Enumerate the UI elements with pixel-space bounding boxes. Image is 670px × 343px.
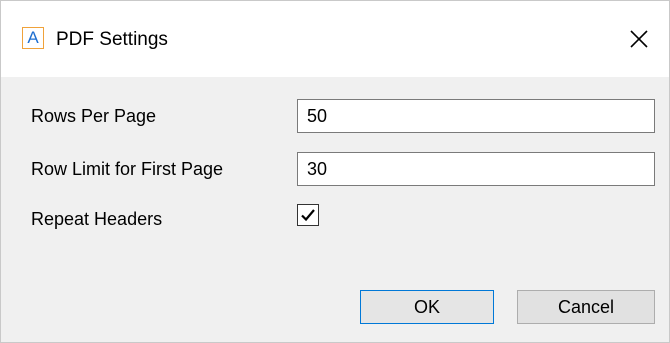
cancel-button[interactable]: Cancel bbox=[517, 290, 655, 324]
row-limit-first-page-input[interactable]: 30 bbox=[297, 152, 655, 186]
repeat-headers-label: Repeat Headers bbox=[31, 209, 163, 229]
pdf-settings-dialog: A PDF Settings Rows Per Page 50 Row Limi… bbox=[0, 0, 670, 343]
app-icon-letter: A bbox=[27, 28, 39, 47]
rows-per-page-input[interactable]: 50 bbox=[297, 99, 655, 133]
close-icon bbox=[630, 30, 648, 48]
app-icon: A bbox=[22, 27, 44, 49]
title-bar: A PDF Settings bbox=[1, 1, 669, 77]
repeat-headers-checkbox[interactable] bbox=[297, 204, 319, 226]
dialog-title: PDF Settings bbox=[56, 29, 168, 50]
close-button[interactable] bbox=[619, 19, 659, 59]
row-limit-first-page-label: Row Limit for First Page bbox=[31, 159, 224, 179]
rows-per-page-label: Rows Per Page bbox=[31, 106, 157, 126]
checkmark-icon bbox=[301, 209, 315, 222]
ok-button[interactable]: OK bbox=[360, 290, 494, 324]
